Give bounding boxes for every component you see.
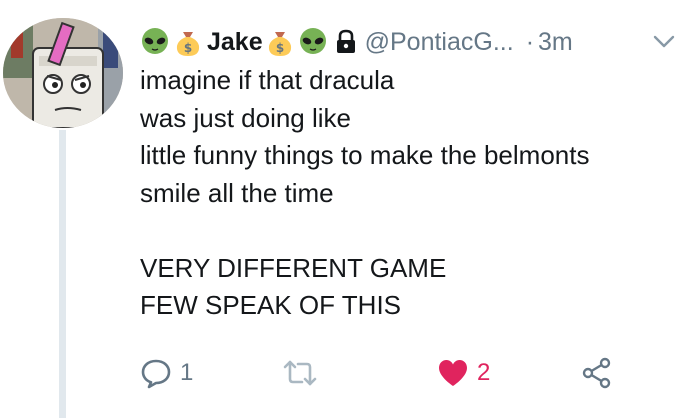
alien-icon [140, 27, 170, 57]
separator-dot: · [525, 27, 535, 56]
user-handle[interactable]: @PontiacG... [365, 28, 514, 57]
svg-text:$: $ [275, 41, 283, 55]
share-icon [581, 357, 613, 389]
reply-count: 1 [180, 359, 194, 386]
svg-text:$: $ [184, 41, 192, 55]
tweet-text-line: FEW SPEAK OF THIS [140, 290, 402, 320]
timestamp[interactable]: 3m [538, 28, 573, 57]
tweet-text-line: VERY DIFFERENT GAME [140, 252, 447, 283]
lock-icon [335, 29, 357, 55]
money-bag-icon: $ [265, 27, 295, 57]
display-name[interactable]: Jake [207, 28, 263, 57]
avatar[interactable] [3, 18, 123, 128]
tweet-text-line: imagine if that dracula [140, 65, 395, 95]
tweet-text: imagine if that dracula was just doing l… [140, 62, 680, 325]
tweet-header: $ Jake $ @PontiacG... · 3m [140, 24, 573, 60]
reply-icon [140, 357, 172, 389]
tweet-text-line: was just doing like [140, 102, 351, 133]
retweet-icon [282, 357, 318, 389]
retweet-button[interactable] [282, 353, 326, 393]
alien-icon [298, 27, 328, 57]
tweet-text-line: little funny things to make the belmonts [140, 140, 590, 170]
like-count: 2 [477, 359, 491, 386]
like-button[interactable]: 2 [437, 353, 490, 393]
tweet-text-line [140, 212, 680, 250]
chevron-down-icon[interactable] [652, 34, 676, 50]
money-bag-icon: $ [173, 27, 203, 57]
thread-line [59, 130, 66, 418]
tweet-text-line: smile all the time [140, 177, 334, 208]
heart-icon [437, 358, 469, 388]
share-button[interactable] [581, 353, 613, 393]
reply-button[interactable]: 1 [140, 353, 193, 393]
